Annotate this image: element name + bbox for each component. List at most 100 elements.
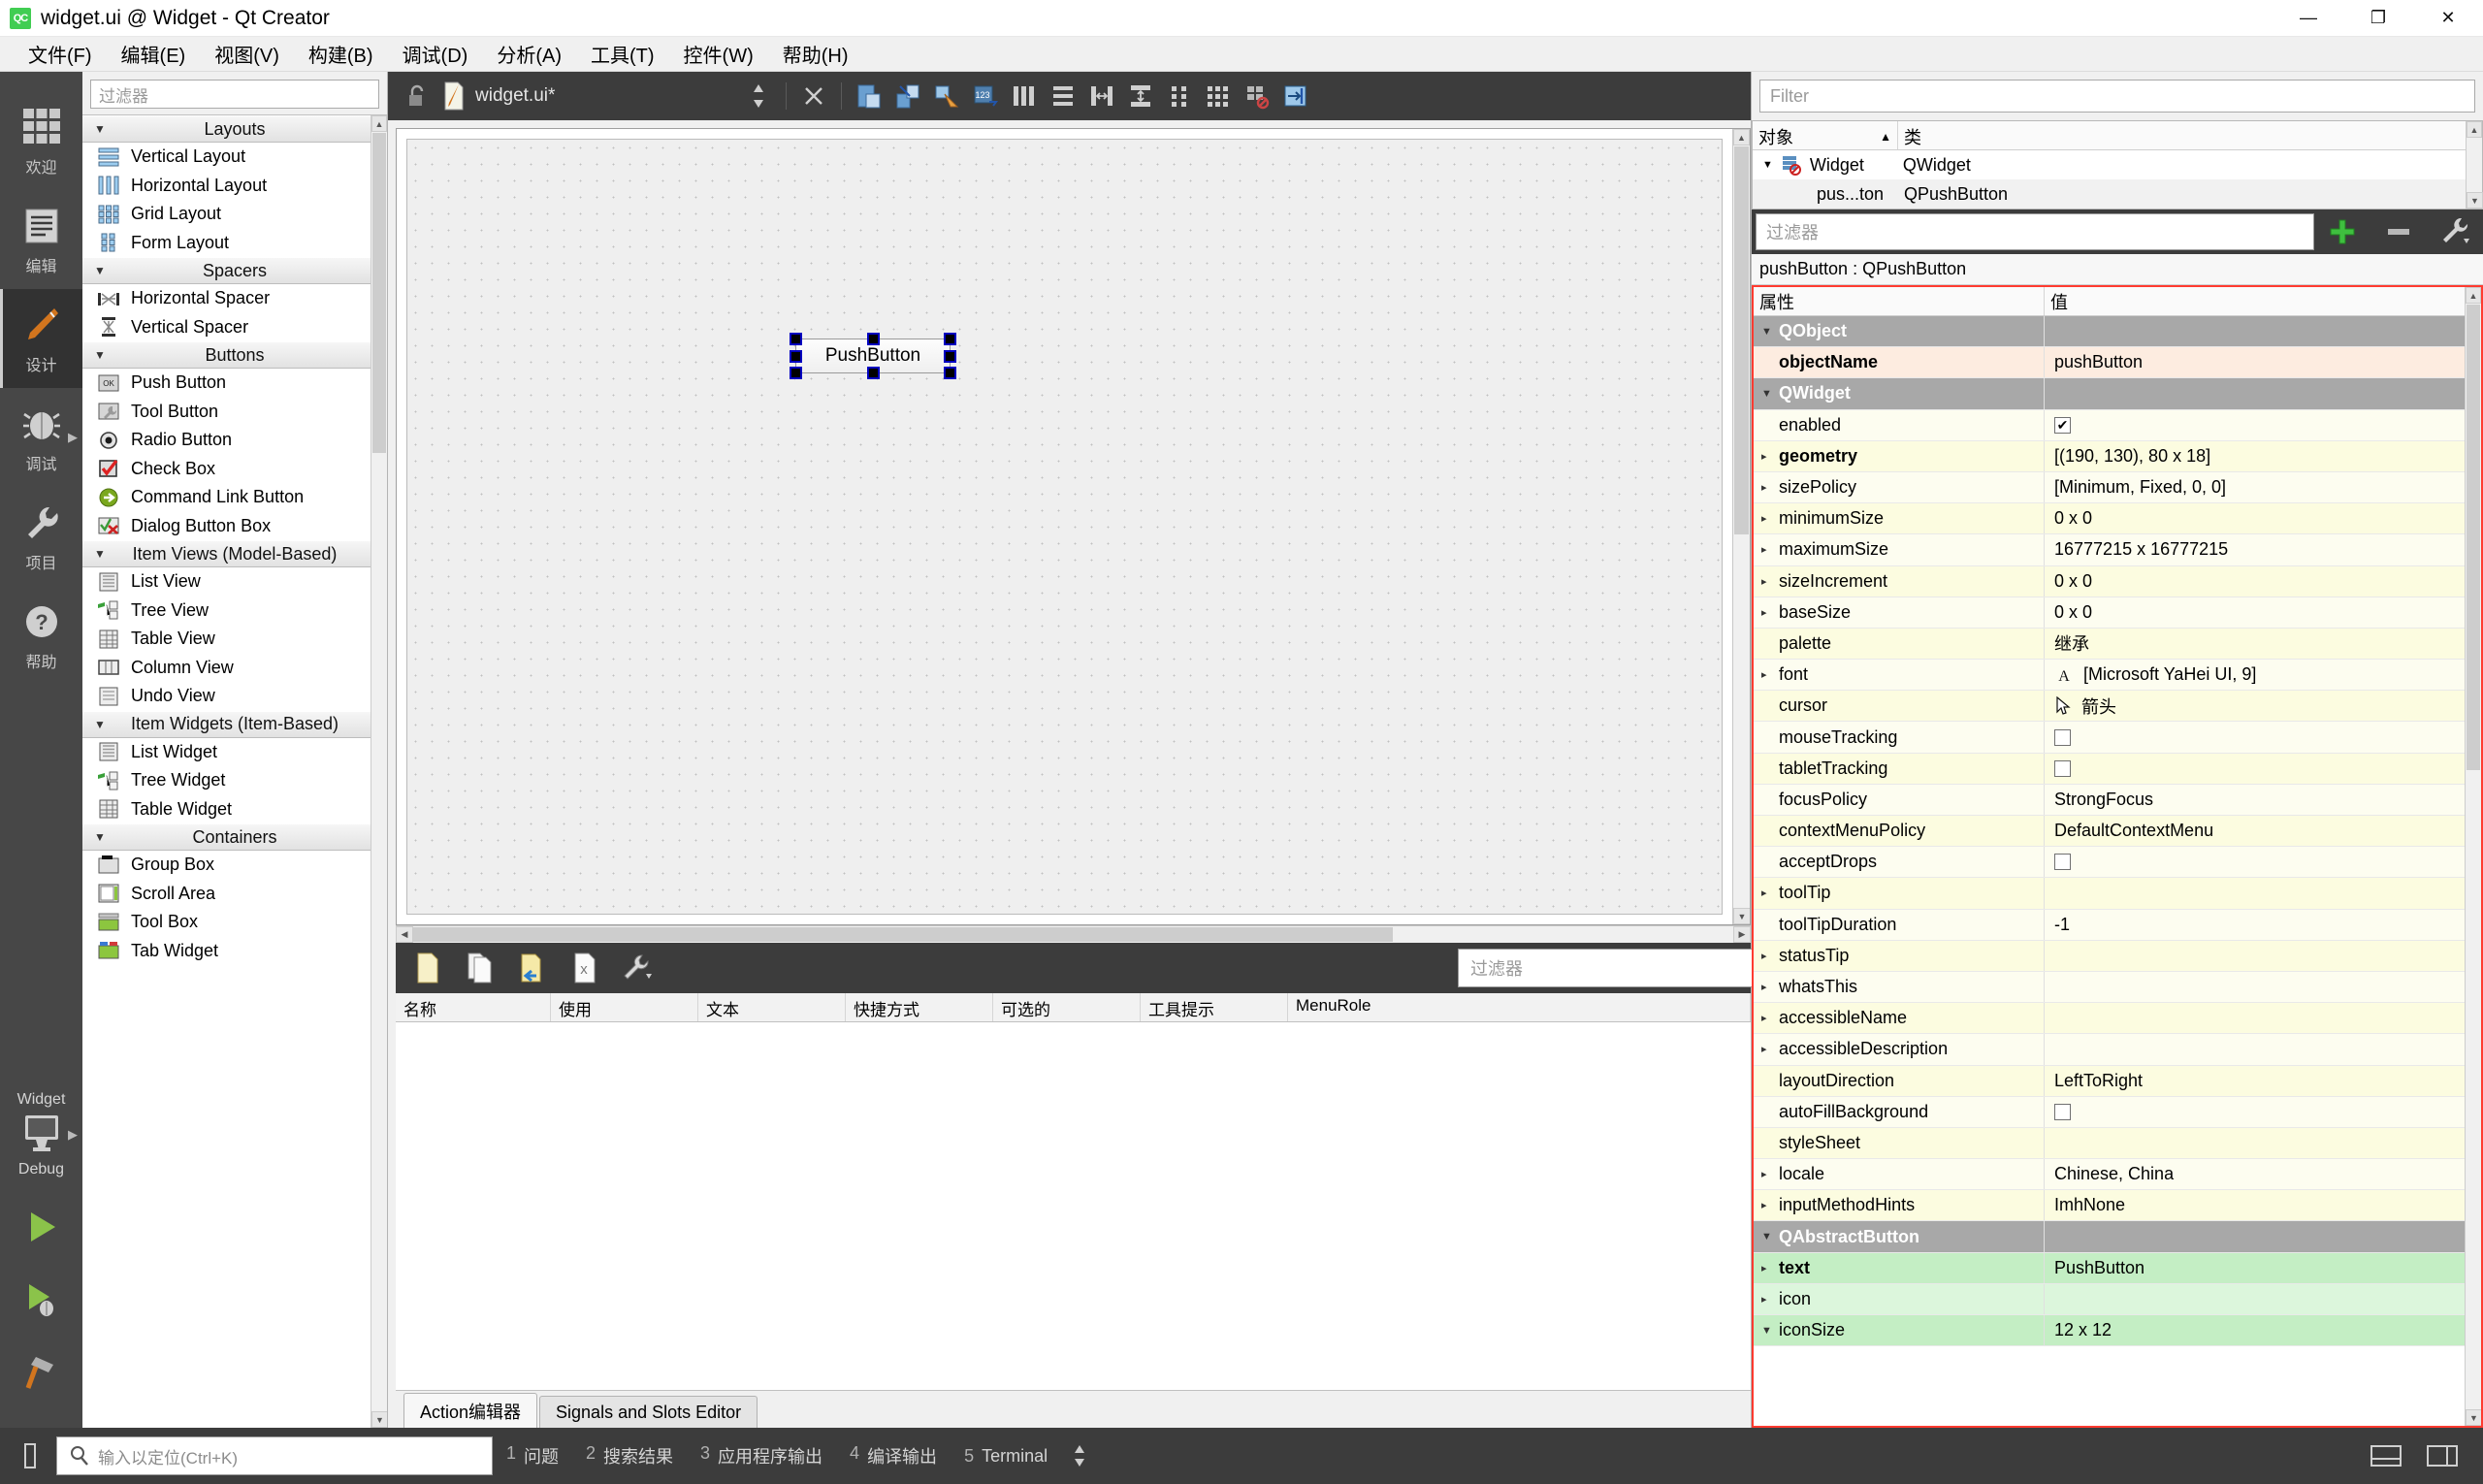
widget-item-horizontal-layout[interactable]: Horizontal Layout <box>82 172 387 201</box>
minimize-button[interactable]: — <box>2273 0 2343 36</box>
build-button[interactable] <box>0 1336 82 1408</box>
property-row[interactable]: ▸ whatsThis <box>1754 971 2481 1004</box>
property-value-cell[interactable]: [(190, 130), 80 x 18] <box>2045 441 2481 471</box>
object-tree-row-widget[interactable]: ▼ Widget QWidget <box>1753 150 2482 179</box>
mode-debug[interactable]: 调试 ▶ <box>0 388 82 487</box>
property-value-cell[interactable]: 0 x 0 <box>2045 597 2481 628</box>
property-row[interactable]: ▸ locale Chinese, China <box>1754 1159 2481 1191</box>
property-col-value[interactable]: 值 <box>2045 287 2481 315</box>
property-row[interactable]: ▸ baseSize 0 x 0 <box>1754 597 2481 629</box>
menu-analyze[interactable]: 分析(A) <box>482 36 576 72</box>
widget-item-undo-view[interactable]: Undo View <box>82 682 387 711</box>
property-row[interactable]: ▸ accessibleName <box>1754 1003 2481 1035</box>
form-canvas[interactable]: PushButton <box>406 139 1723 915</box>
property-value-cell[interactable] <box>2045 722 2481 752</box>
widget-item-column-view[interactable]: Column View <box>82 654 387 683</box>
object-inspector-scrollbar[interactable]: ▲ ▼ <box>2466 121 2483 209</box>
widget-item-horizontal-spacer[interactable]: Horizontal Spacer <box>82 284 387 313</box>
close-button[interactable]: ✕ <box>2413 0 2483 36</box>
resize-handle-n[interactable] <box>867 333 880 345</box>
property-value-cell[interactable]: 继承 <box>2045 629 2481 659</box>
scroll-up-icon[interactable]: ▲ <box>2467 121 2482 138</box>
scroll-up-icon[interactable]: ▲ <box>371 115 387 132</box>
scroll-down-icon[interactable]: ▼ <box>2467 192 2483 209</box>
menu-window[interactable]: 控件(W) <box>669 36 768 72</box>
layout-form-icon[interactable] <box>1160 77 1199 115</box>
output-pane-app-output[interactable]: 3 应用程序输出 <box>687 1443 836 1468</box>
widget-item-vertical-spacer[interactable]: Vertical Spacer <box>82 313 387 342</box>
widget-item-dialog-button-box[interactable]: Dialog Button Box <box>82 512 387 541</box>
edit-signals-slots-icon[interactable] <box>888 77 927 115</box>
chevron-right-icon[interactable]: ▸ <box>1761 543 1773 556</box>
new-page-icon[interactable] <box>403 947 452 989</box>
widget-item-list-widget[interactable]: List Widget <box>82 738 387 767</box>
property-row[interactable]: contextMenuPolicy DefaultContextMenu <box>1754 816 2481 848</box>
edit-tab-order-icon[interactable]: 123 <box>966 77 1005 115</box>
output-pane-search-results[interactable]: 2 搜索结果 <box>572 1443 687 1468</box>
splitter-h-icon[interactable] <box>1082 77 1121 115</box>
property-value-cell[interactable] <box>2045 754 2481 784</box>
scroll-thumb[interactable] <box>2467 305 2480 770</box>
property-value-cell[interactable]: -1 <box>2045 910 2481 940</box>
chevron-right-icon[interactable]: ▸ <box>1761 1012 1773 1024</box>
property-row[interactable]: autoFillBackground <box>1754 1096 2481 1128</box>
widget-box-category-layouts[interactable]: ▼ Layouts <box>82 115 387 143</box>
property-row[interactable]: objectName pushButton <box>1754 347 2481 379</box>
scroll-right-icon[interactable]: ▶ <box>1733 926 1751 943</box>
scroll-left-icon[interactable]: ◀ <box>396 926 413 943</box>
widget-box-filter-input[interactable]: 过滤器 <box>90 80 379 109</box>
property-col-name[interactable]: 属性 <box>1754 287 2045 315</box>
updown-arrows-icon[interactable] <box>1061 1437 1098 1474</box>
chevron-right-icon[interactable]: ▸ <box>1761 450 1773 463</box>
layout-grid-icon[interactable] <box>1199 77 1238 115</box>
widget-item-check-box[interactable]: Check Box <box>82 455 387 484</box>
menu-view[interactable]: 视图(V) <box>200 36 294 72</box>
property-value-cell[interactable] <box>2045 1284 2481 1314</box>
property-value-cell[interactable] <box>2045 1128 2481 1158</box>
widget-item-push-button[interactable]: OK Push Button <box>82 369 387 398</box>
property-value-cell[interactable]: 12 x 12 <box>2045 1315 2481 1345</box>
property-value-cell[interactable]: pushButton <box>2045 347 2481 377</box>
widget-item-vertical-layout[interactable]: Vertical Layout <box>82 143 387 172</box>
maximize-button[interactable]: ❐ <box>2343 0 2413 36</box>
widget-box-category-item-views[interactable]: ▼ Item Views (Model-Based) <box>82 540 387 567</box>
property-row[interactable]: focusPolicy StrongFocus <box>1754 784 2481 816</box>
menu-file[interactable]: 文件(F) <box>14 36 107 72</box>
chevron-right-icon[interactable]: ▸ <box>1761 575 1773 588</box>
chevron-right-icon[interactable]: ▸ <box>1761 668 1773 681</box>
property-value-cell[interactable]: 0 x 0 <box>2045 566 2481 597</box>
chevron-right-icon[interactable]: ▸ <box>1761 1262 1773 1274</box>
chevron-right-icon[interactable]: ▸ <box>1761 606 1773 619</box>
property-editor-table[interactable]: 属性 值 ▼ QObject objectName pushButton ▼ QWidge… <box>1752 285 2483 1428</box>
property-row[interactable]: cursor 箭头 <box>1754 691 2481 723</box>
chevron-right-icon[interactable]: ▸ <box>1761 481 1773 494</box>
scroll-down-icon[interactable]: ▼ <box>2466 1409 2481 1426</box>
edit-widgets-icon[interactable] <box>850 77 888 115</box>
scroll-thumb[interactable] <box>372 133 386 453</box>
resize-handle-sw[interactable] <box>790 367 802 379</box>
paste-icon[interactable] <box>508 947 557 989</box>
property-row[interactable]: ▸ icon <box>1754 1283 2481 1315</box>
resize-handle-w[interactable] <box>790 350 802 363</box>
widget-box-scrollbar[interactable]: ▲ ▼ <box>371 115 387 1428</box>
chevron-down-icon[interactable]: ▼ <box>1761 1231 1773 1242</box>
property-row[interactable]: ▸ inputMethodHints ImhNone <box>1754 1190 2481 1222</box>
property-row[interactable]: tabletTracking <box>1754 753 2481 785</box>
widget-item-scroll-area[interactable]: Scroll Area <box>82 880 387 909</box>
scroll-up-icon[interactable]: ▲ <box>2466 287 2481 304</box>
sidebar-toggle-icon[interactable] <box>12 1437 48 1474</box>
checkbox-enabled[interactable]: ✔ <box>2054 416 2071 434</box>
class-col-label[interactable]: 类 <box>1898 121 2482 149</box>
break-layout-icon[interactable] <box>1238 77 1276 115</box>
widget-item-form-layout[interactable]: Form Layout <box>82 229 387 258</box>
property-row[interactable]: ▸ sizePolicy [Minimum, Fixed, 0, 0] <box>1754 471 2481 504</box>
property-row[interactable]: ▸ sizeIncrement 0 x 0 <box>1754 565 2481 597</box>
menu-debug[interactable]: 调试(D) <box>388 36 483 72</box>
resize-handle-e[interactable] <box>944 350 956 363</box>
widget-item-tool-button[interactable]: Tool Button <box>82 398 387 427</box>
property-value-cell[interactable]: [Minimum, Fixed, 0, 0] <box>2045 472 2481 502</box>
property-value-cell[interactable]: ImhNone <box>2045 1190 2481 1220</box>
property-value-cell[interactable]: A [Microsoft YaHei UI, 9] <box>2045 660 2481 690</box>
open-document-entry[interactable]: widget.ui* <box>442 81 555 111</box>
chevron-right-icon[interactable]: ▸ <box>1761 1043 1773 1055</box>
